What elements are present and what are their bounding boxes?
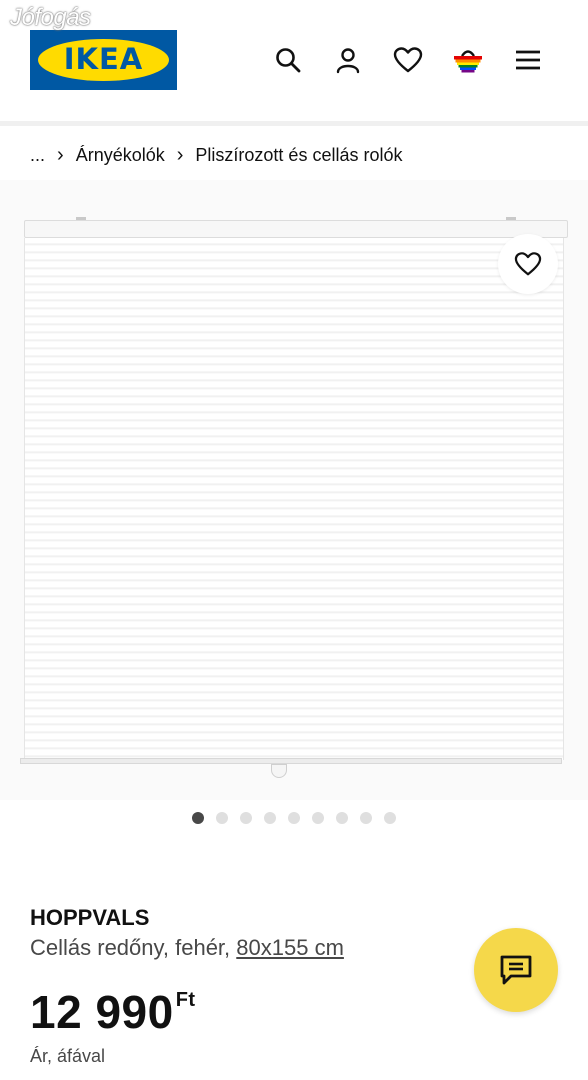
product-name: HOPPVALS xyxy=(30,905,150,930)
heart-icon[interactable] xyxy=(390,42,426,78)
chevron-right-icon: › xyxy=(176,144,184,166)
product-description-text: Cellás redőny, fehér, xyxy=(30,935,231,960)
gallery-dot[interactable] xyxy=(360,812,372,824)
gallery-dot[interactable] xyxy=(312,812,324,824)
gallery-dot[interactable] xyxy=(264,812,276,824)
breadcrumb-ellipsis[interactable]: ... xyxy=(30,145,45,166)
chevron-right-icon: › xyxy=(57,144,64,166)
gallery-pagination xyxy=(192,812,396,824)
product-price: 12 990 Ft xyxy=(30,985,196,1039)
menu-icon[interactable] xyxy=(510,42,546,78)
add-to-favourites-button[interactable] xyxy=(498,234,558,294)
product-description: Cellás redőny, fehér, 80x155 cm xyxy=(30,935,344,961)
user-icon[interactable] xyxy=(330,42,366,78)
ikea-logo[interactable]: IKEA xyxy=(30,30,177,90)
header-divider xyxy=(0,121,588,126)
gallery-dot[interactable] xyxy=(216,812,228,824)
basket-icon[interactable] xyxy=(450,42,486,78)
gallery-dot[interactable] xyxy=(336,812,348,824)
gallery-dot[interactable] xyxy=(288,812,300,824)
breadcrumb-item-rolok[interactable]: Pliszírozott és cellás rolók xyxy=(195,145,402,166)
gallery-dot[interactable] xyxy=(384,812,396,824)
cellular-blind xyxy=(24,238,564,760)
pull-handle xyxy=(271,764,287,778)
chat-icon xyxy=(500,955,532,985)
price-value: 12 990 xyxy=(30,986,174,1038)
breadcrumb: ... › Árnyékolók › Pliszírozott és cellá… xyxy=(30,144,402,167)
chat-button[interactable] xyxy=(474,928,558,1012)
heart-icon xyxy=(514,252,542,276)
blind-bottom-rail xyxy=(20,758,562,764)
breadcrumb-item-arnyekolok[interactable]: Árnyékolók xyxy=(76,145,165,166)
blind-headrail xyxy=(24,220,568,238)
gallery-dot[interactable] xyxy=(240,812,252,824)
logo-text: IKEA xyxy=(63,42,144,76)
price-currency: Ft xyxy=(175,989,196,1011)
product-image[interactable] xyxy=(0,180,588,800)
gallery-dot[interactable] xyxy=(192,812,204,824)
product-size-link[interactable]: 80x155 cm xyxy=(236,935,344,960)
search-icon[interactable] xyxy=(270,42,306,78)
vat-note: Ár, áfával xyxy=(30,1046,106,1066)
watermark: Jófogás xyxy=(10,4,91,31)
